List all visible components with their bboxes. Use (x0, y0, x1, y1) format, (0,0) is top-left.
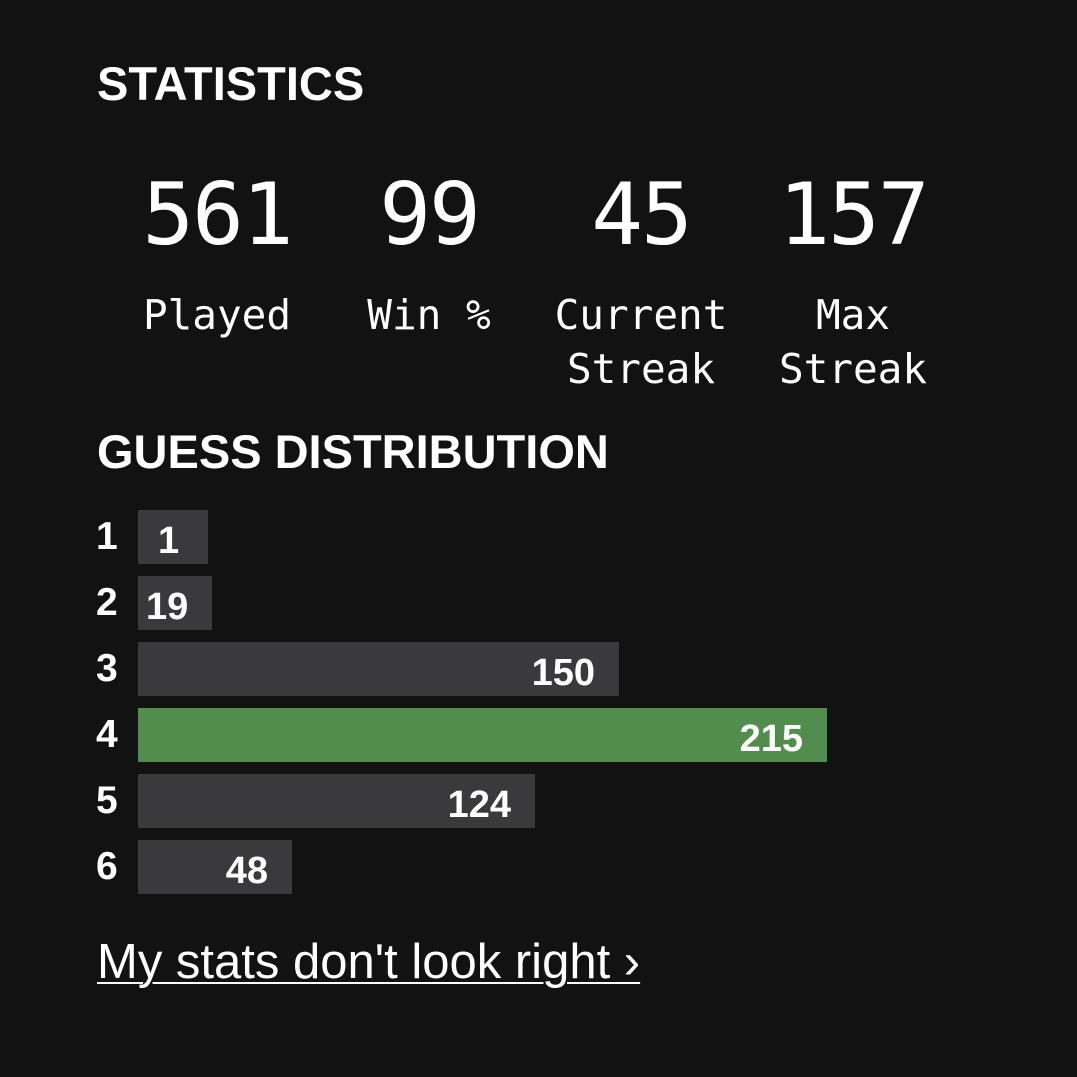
guess-number: 3 (96, 647, 118, 690)
stat-win-percent-value: 99 (379, 165, 481, 265)
statistics-title: STATISTICS (97, 57, 365, 110)
guess-row-2: 2 19 (96, 576, 996, 630)
guess-bar: 1 (138, 510, 208, 564)
guess-bar: 124 (138, 774, 535, 828)
guess-bar: 48 (138, 840, 292, 894)
stat-current-streak-value: 45 (591, 165, 693, 265)
guess-count: 124 (447, 784, 511, 826)
stat-played-label: Played (142, 291, 292, 339)
stat-max-streak-label: Max Streak (778, 291, 928, 393)
guess-count: 1 (158, 520, 180, 562)
guess-row-3: 3 150 (96, 642, 996, 696)
stat-win-percent-label: Win % (367, 291, 491, 339)
guess-row-5: 5 124 (96, 774, 996, 828)
stat-played-value: 561 (142, 165, 293, 265)
statistics-panel: STATISTICS 561 Played 99 Win % 45 Curren… (0, 0, 1077, 1077)
guess-bar: 19 (138, 576, 212, 630)
guess-row-6: 6 48 (96, 840, 996, 894)
guess-number: 2 (96, 581, 118, 624)
guess-row-4: 4 215 (96, 708, 996, 762)
stat-played: 561 Played (117, 172, 317, 342)
guess-number: 4 (96, 713, 118, 756)
stat-current-streak-label: Current Streak (554, 291, 728, 393)
guess-count: 19 (146, 586, 189, 628)
guess-count: 48 (225, 850, 268, 892)
guess-distribution-title: GUESS DISTRIBUTION (97, 425, 609, 478)
guess-bar: 150 (138, 642, 619, 696)
guess-row-1: 11 (96, 510, 996, 564)
stats-help-link[interactable]: My stats don't look right › (97, 933, 640, 992)
guess-number: 1 (96, 515, 118, 558)
stat-win-percent: 99 Win % (329, 172, 529, 342)
guess-count: 150 (531, 652, 595, 694)
guess-bar: 215 (138, 708, 827, 762)
guess-count: 215 (739, 718, 803, 760)
guess-number: 6 (96, 845, 118, 888)
stat-max-streak-value: 157 (778, 165, 929, 265)
guess-number: 5 (96, 779, 118, 822)
stat-max-streak: 157 Max Streak (753, 172, 953, 396)
stat-current-streak: 45 Current Streak (541, 172, 741, 396)
